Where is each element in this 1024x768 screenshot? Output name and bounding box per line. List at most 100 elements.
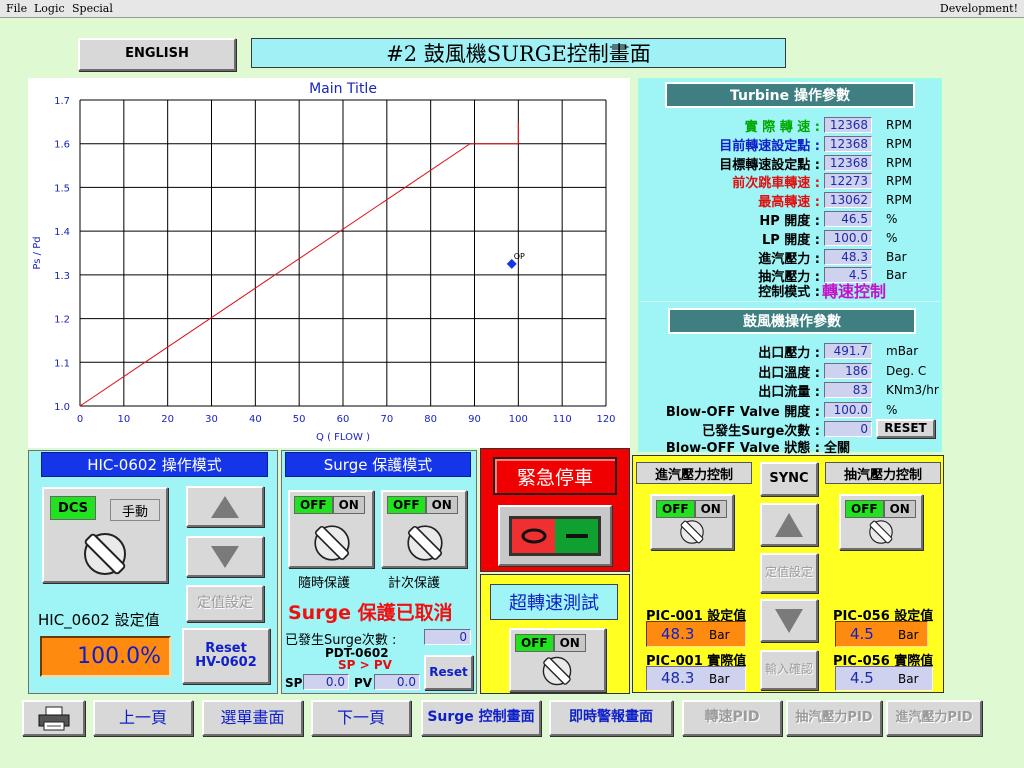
turbine-row-label: 前次跳車轉速 :: [732, 176, 820, 191]
rotary-knob-icon: [407, 525, 443, 561]
english-button[interactable]: ENGLISH: [78, 38, 236, 71]
hic-header: HIC-0602 操作模式: [41, 452, 268, 477]
turbine-row-value: 46.5: [824, 211, 872, 227]
extract-pid-button[interactable]: 抽汽壓力PID: [786, 700, 882, 736]
on-indicator: ON: [425, 496, 458, 514]
page-title: #2 鼓風機SURGE控制畫面: [251, 38, 786, 68]
print-button[interactable]: [22, 700, 85, 736]
blower-row-value: 83: [824, 382, 872, 398]
menu-special[interactable]: Special: [72, 2, 113, 15]
pic001-pv-unit: Bar: [709, 672, 730, 686]
turbine-row-unit: Bar: [886, 268, 907, 282]
on-indicator: ON: [694, 500, 727, 518]
pv-label: PV: [354, 676, 373, 690]
alarm-page-button[interactable]: 即時警報畫面: [549, 700, 673, 736]
x-tick-label: 0: [77, 414, 83, 425]
overspeed-switch[interactable]: OFF ON: [509, 628, 606, 692]
blower-row-unit: %: [886, 403, 898, 417]
surge-reset-button[interactable]: Reset: [424, 655, 473, 690]
pv-value: 0.0: [374, 674, 420, 690]
blowoff-status-value: 全關: [824, 441, 851, 456]
inlet-pressure-switch[interactable]: OFF ON: [650, 494, 734, 550]
surge-count-reset-button[interactable]: RESET: [876, 419, 935, 438]
surge-count-label: 計次保護: [388, 576, 441, 591]
blower-row-value: 100.0: [824, 402, 872, 418]
chart-title: Main Title: [309, 81, 377, 97]
surge-status-text: Surge 保護已取消: [288, 602, 453, 624]
pic056-pv-unit: Bar: [898, 672, 919, 686]
hic-down-button[interactable]: [186, 536, 264, 577]
x-tick-label: 110: [553, 414, 572, 425]
menu-bar: File Logic Special Development!: [0, 0, 1024, 18]
x-tick-label: 60: [337, 414, 350, 425]
blower-row-value: 491.7: [824, 343, 872, 359]
hic-setpoint-button[interactable]: 定值設定: [186, 585, 264, 622]
turbine-row-unit: RPM: [886, 156, 912, 170]
off-indicator: OFF: [387, 496, 426, 514]
extract-pressure-switch[interactable]: OFF ON: [839, 494, 923, 550]
turbine-row-value: 12368: [824, 117, 872, 133]
surge-anytime-switch[interactable]: OFF ON: [288, 490, 374, 568]
arrow-down-icon: [211, 545, 239, 568]
pressure-setpoint-button[interactable]: 定值設定: [760, 553, 818, 593]
surge-count-value: 0: [424, 629, 471, 645]
turbine-row-value: 100.0: [824, 230, 872, 246]
sp-label: SP: [285, 676, 303, 690]
turbine-row-label: 最高轉速 :: [758, 195, 820, 210]
pic056-pv-value: 4.5 Bar: [835, 666, 933, 691]
turbine-row-unit: RPM: [886, 174, 912, 188]
turbine-row-label: HP 開度 :: [759, 214, 820, 229]
arrow-down-icon: [775, 608, 803, 633]
off-indicator: OFF: [294, 496, 333, 514]
off-indicator: OFF: [656, 500, 695, 518]
x-axis-label: Q ( FLOW ): [316, 432, 370, 443]
turbine-row-label: LP 開度 :: [761, 233, 820, 248]
printer-icon: [38, 706, 69, 731]
hic-mode-switch[interactable]: DCS 手動: [42, 487, 168, 583]
x-tick-label: 90: [468, 414, 481, 425]
rotary-knob-icon: [84, 533, 126, 575]
x-tick-label: 40: [249, 414, 262, 425]
pic056-pv-number: 4.5: [850, 669, 874, 687]
speed-pid-button[interactable]: 轉速PID: [682, 700, 782, 736]
overspeed-label: 超轉速測試: [490, 584, 618, 620]
on-indicator: ON: [553, 634, 586, 652]
power-toggle-icon: [509, 515, 601, 556]
prev-page-button[interactable]: 上一頁: [93, 700, 193, 736]
y-tick-label: 1.4: [54, 227, 70, 238]
turbine-row-unit: RPM: [886, 137, 912, 151]
menu-logic[interactable]: Logic: [34, 2, 65, 15]
turbine-row-value: 12273: [824, 173, 872, 189]
blower-row-value: 0: [824, 421, 872, 437]
on-indicator: ON: [883, 500, 916, 518]
blowoff-status-label: Blow-OFF Valve 狀態 :: [665, 441, 820, 456]
inlet-pid-button[interactable]: 進汽壓力PID: [886, 700, 982, 736]
surge-count-switch[interactable]: OFF ON: [381, 490, 467, 568]
turbine-row-label: 目前轉速設定點 :: [719, 139, 820, 154]
turbine-row-unit: RPM: [886, 118, 912, 132]
on-indicator: ON: [332, 496, 365, 514]
arrow-up-icon: [775, 512, 803, 537]
turbine-row-unit: Bar: [886, 250, 907, 264]
reset-hv0602-button[interactable]: Reset HV-0602: [182, 628, 270, 684]
rotary-knob-icon: [680, 520, 704, 544]
pic056-sp-value: 4.5 Bar: [835, 621, 928, 647]
pressure-up-button[interactable]: [760, 503, 818, 546]
emergency-stop-switch[interactable]: [498, 505, 612, 566]
pressure-confirm-button[interactable]: 輸入確認: [760, 650, 818, 690]
surge-anytime-label: 隨時保護: [298, 576, 351, 591]
surge-control-page-button[interactable]: Surge 控制畫面: [421, 700, 541, 736]
menu-development[interactable]: Development!: [940, 2, 1018, 15]
pressure-down-button[interactable]: [760, 599, 818, 642]
turbine-row-label: 進汽壓力 :: [758, 252, 820, 267]
pic001-sp-number: 48.3: [661, 625, 695, 643]
hic-up-button[interactable]: [186, 486, 264, 527]
emergency-stop-label: 緊急停車: [493, 457, 617, 495]
menu-page-button[interactable]: 選單畫面: [202, 700, 303, 736]
sp-value: 0.0: [303, 674, 349, 690]
menu-file[interactable]: File: [6, 2, 27, 15]
panel-divider: [640, 301, 940, 302]
x-tick-label: 100: [509, 414, 528, 425]
sync-button[interactable]: SYNC: [760, 462, 818, 496]
next-page-button[interactable]: 下一頁: [311, 700, 411, 736]
